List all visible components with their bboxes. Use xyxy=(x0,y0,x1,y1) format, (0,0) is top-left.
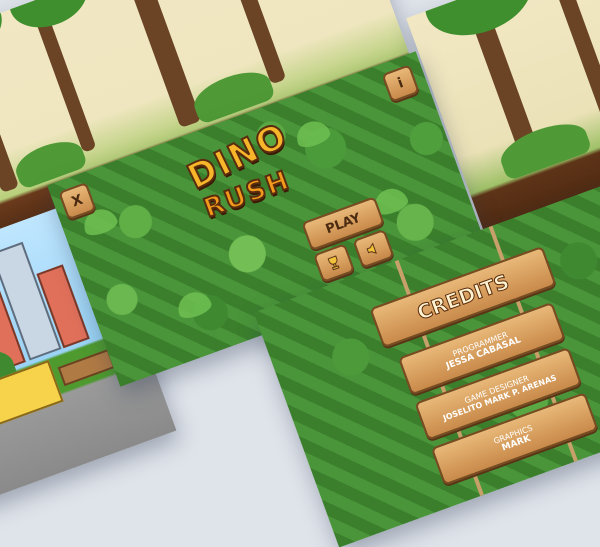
leaf xyxy=(173,287,214,322)
info-icon: i xyxy=(395,75,406,92)
leaf xyxy=(292,116,333,151)
play-label: PLAY xyxy=(323,210,363,237)
bench xyxy=(57,348,116,387)
trophy-icon xyxy=(327,255,340,271)
speaker-icon xyxy=(366,242,377,254)
tree-trunk xyxy=(547,0,600,127)
close-icon: X xyxy=(69,191,86,211)
tree-trunk xyxy=(122,0,202,129)
tree-foliage xyxy=(0,0,11,72)
info-button[interactable]: i xyxy=(381,64,420,103)
